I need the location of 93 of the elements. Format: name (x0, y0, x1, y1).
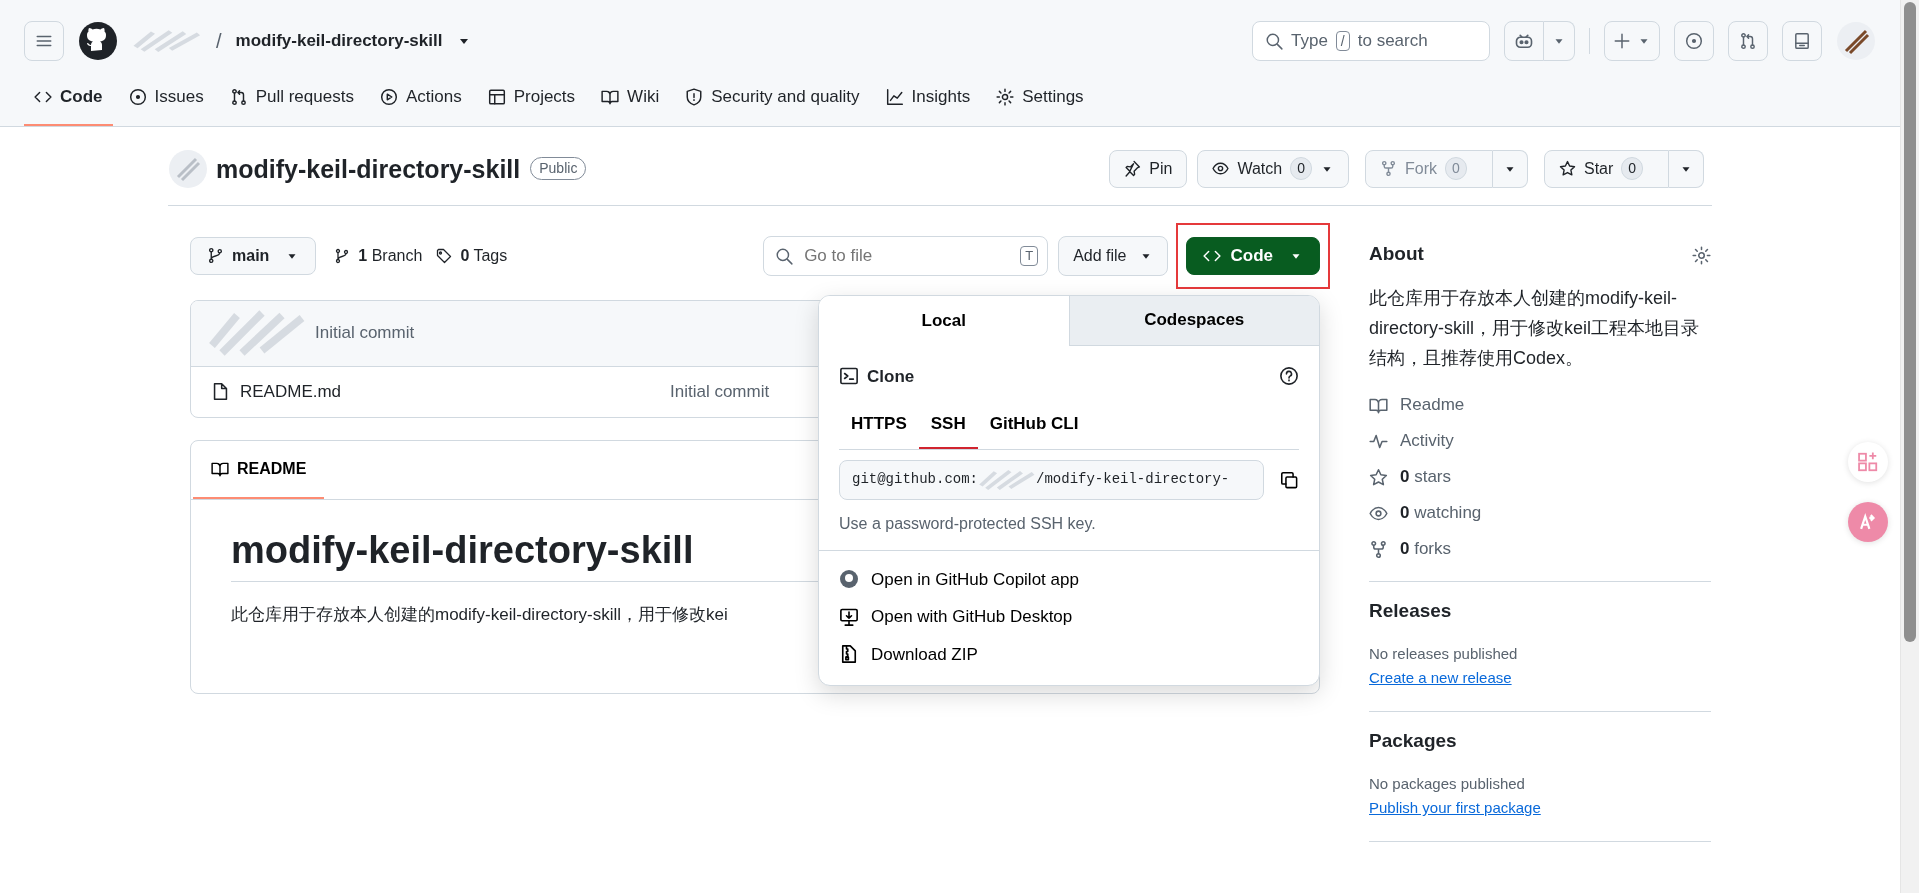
table-icon (487, 87, 506, 106)
protocol-tab[interactable]: SSH (918, 411, 978, 449)
repo-tab[interactable]: Wiki (591, 76, 670, 126)
repo-tab[interactable]: Insights (875, 76, 981, 126)
repo-title[interactable]: modify-keil-directory-skill (216, 153, 521, 184)
file-icon (211, 382, 230, 401)
about-stat-link[interactable]: 0 forks (1400, 536, 1452, 562)
repo-tab[interactable]: Code (24, 76, 113, 126)
star-icon (1559, 160, 1576, 177)
desktop-icon (839, 606, 859, 627)
eye-icon (1212, 160, 1230, 177)
empty-note: No releases published (1369, 643, 1519, 664)
section-title: Packages (1369, 729, 1458, 753)
tags-link[interactable]: 0 Tags (436, 243, 508, 268)
pull-request-icon (1739, 32, 1757, 50)
menu-item[interactable]: Open in GitHub Copilot app (819, 560, 1319, 598)
commit-message[interactable]: Initial commit (670, 378, 770, 405)
ssh-hint: Use a password-protected SSH key. (839, 513, 1097, 534)
commit-message[interactable]: Initial commit (315, 320, 415, 346)
repo-tab[interactable]: Issues (118, 76, 214, 126)
play-icon (379, 87, 398, 106)
repo-tab[interactable]: Actions (369, 76, 472, 126)
menu-button[interactable] (24, 21, 64, 61)
branch-icon (207, 247, 224, 264)
translate-button[interactable] (1848, 502, 1888, 542)
add-file-button[interactable]: Add file (1058, 235, 1168, 276)
star-icon (1369, 467, 1388, 487)
redaction-mark (978, 468, 1037, 491)
logo-icon (78, 21, 118, 61)
redaction-mark (132, 29, 202, 53)
help-icon (1279, 366, 1299, 387)
search-icon (775, 246, 794, 265)
pr-icon (229, 87, 248, 106)
menu-tab[interactable]: Codespaces (1069, 295, 1319, 346)
menu-tab[interactable]: Local (819, 295, 1070, 346)
menu-item[interactable]: Download ZIP (819, 635, 1319, 673)
terminal-icon (839, 366, 859, 387)
create-release-link[interactable]: Create a new release (1369, 669, 1512, 687)
empty-note: No packages published (1369, 773, 1526, 794)
inbox-button[interactable] (1782, 21, 1822, 61)
section-title: Releases (1369, 600, 1453, 623)
about-stat-link[interactable]: 0 watching (1400, 500, 1482, 526)
pin-button[interactable]: Pin (1109, 149, 1188, 188)
clone-title: Clone (867, 365, 915, 388)
code-button[interactable]: Code (1185, 236, 1320, 275)
plus-icon (1613, 32, 1631, 50)
pin-icon (1124, 160, 1142, 177)
fork-icon (1380, 160, 1397, 177)
shortcut-key: T (1020, 245, 1039, 266)
repo-tab[interactable]: Projects (477, 76, 586, 126)
zip-icon (839, 644, 859, 665)
issue-icon (128, 87, 147, 106)
readme-paragraph: 此仓库用于存放本人创建的modify-keil-directory-skill，用于修改kei (231, 604, 728, 627)
copy-icon (1280, 470, 1299, 490)
copilot-button[interactable] (1504, 21, 1544, 61)
graph-icon (885, 87, 904, 106)
search-icon (1265, 32, 1283, 50)
tag-icon (436, 247, 453, 264)
repo-tab[interactable]: Settings (986, 76, 1094, 126)
readme-tab[interactable]: README (193, 440, 325, 499)
about-title: About (1369, 242, 1424, 266)
user-avatar[interactable] (1836, 21, 1876, 61)
repo-name-link[interactable]: modify-keil-directory-skill (235, 28, 443, 54)
protocol-tab[interactable]: HTTPS (839, 411, 919, 449)
fork-icon (1369, 539, 1388, 559)
repo-tab[interactable]: Pull requests (219, 76, 364, 126)
branch-icon (334, 247, 351, 264)
publish-package-link[interactable]: Publish your first package (1369, 799, 1541, 817)
apps-button[interactable] (1848, 442, 1888, 482)
search-field[interactable]: Type / to search (1252, 21, 1490, 61)
menu-item[interactable]: Open with GitHub Desktop (819, 598, 1319, 636)
star-button[interactable]: Star 0 (1544, 149, 1669, 188)
issues-button[interactable] (1674, 21, 1714, 61)
file-name[interactable]: README.md (240, 378, 660, 405)
apps-icon (1857, 451, 1879, 473)
about-stat-link[interactable]: Readme (1400, 392, 1465, 418)
about-description: 此仓库用于存放本人创建的modify-keil-directory-skill，用于修改keil工程本地目录结构，且推荐使用Codex。 (1369, 287, 1701, 370)
create-new-button[interactable] (1604, 21, 1660, 61)
repo-tab[interactable]: Security and quality (675, 76, 870, 126)
path-separator: / (216, 29, 222, 54)
owner-avatar (168, 148, 208, 189)
branch-button[interactable]: main (190, 236, 317, 275)
issue-icon (1685, 32, 1703, 50)
clone-url-field[interactable]: git@github.com: /modify-keil-directory- (839, 459, 1264, 500)
inbox-icon (1793, 32, 1811, 50)
scrollbar-thumb[interactable] (1904, 2, 1916, 642)
pull-requests-button[interactable] (1728, 21, 1768, 61)
about-stat-link[interactable]: Activity (1400, 428, 1454, 454)
protocol-tab[interactable]: GitHub CLI (977, 411, 1091, 449)
watch-button[interactable]: Watch 0 (1197, 149, 1349, 188)
shield-icon (685, 87, 704, 106)
branches-link[interactable]: 1 Branch (334, 243, 423, 268)
about-stat-link[interactable]: 0 stars (1400, 464, 1452, 490)
